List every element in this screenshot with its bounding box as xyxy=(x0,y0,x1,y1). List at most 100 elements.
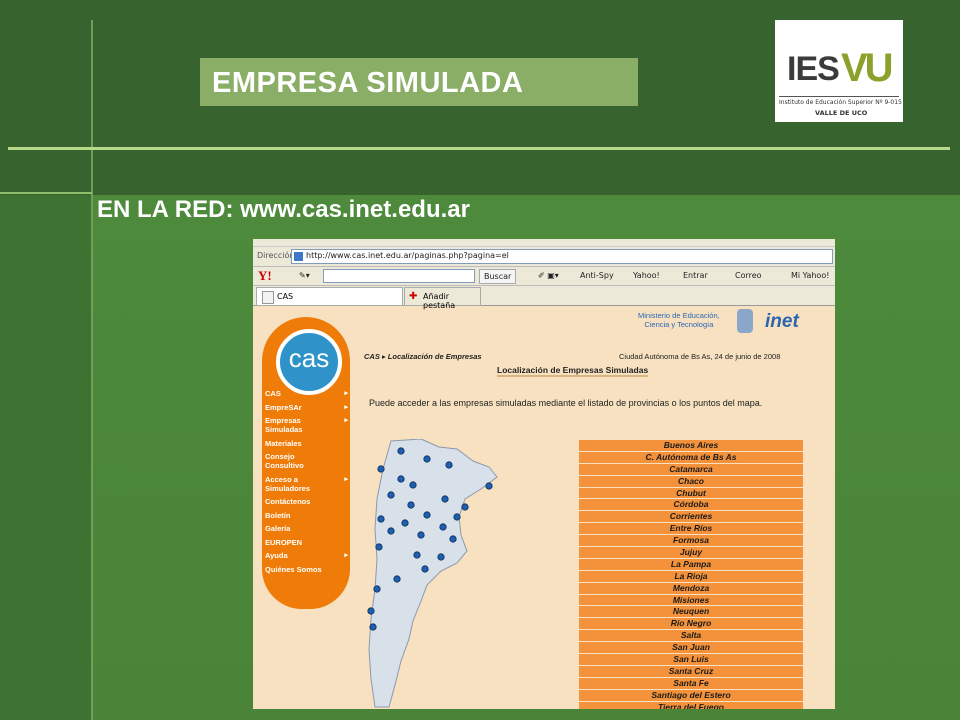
page-date: Ciudad Autónoma de Bs As, 24 de junio de… xyxy=(619,352,781,361)
province-link[interactable]: La Pampa xyxy=(579,558,803,570)
map-location-dot[interactable] xyxy=(393,575,401,583)
map-location-dot[interactable] xyxy=(407,501,415,509)
yahoo-button[interactable]: Yahoo! xyxy=(633,269,660,282)
map-location-dot[interactable] xyxy=(387,527,395,535)
province-link[interactable]: Mendoza xyxy=(579,582,803,594)
province-link[interactable]: C. Autónoma de Bs As xyxy=(579,451,803,463)
map-location-dot[interactable] xyxy=(437,553,445,561)
sidebar-menu-item[interactable]: EUROPEN xyxy=(265,538,350,547)
slide-left-band xyxy=(0,195,92,720)
sidebar-menu-item[interactable]: CAS ▸ xyxy=(265,389,350,398)
map-location-dot[interactable] xyxy=(485,482,493,490)
province-link[interactable]: Jujuy xyxy=(579,547,803,558)
sidebar-menu-item[interactable]: Consejo Consultivo xyxy=(265,452,350,470)
map-location-dot[interactable] xyxy=(413,551,421,559)
map-location-dot[interactable] xyxy=(461,503,469,511)
cas-logo[interactable]: cas xyxy=(276,329,342,395)
sidebar-menu-item[interactable]: Materiales xyxy=(265,439,350,448)
province-link[interactable]: Corrientes xyxy=(579,511,803,523)
province-link[interactable]: Chubut xyxy=(579,487,803,499)
inet-logo[interactable]: inet xyxy=(765,311,799,333)
province-link[interactable]: Chaco xyxy=(579,475,803,487)
map-location-dot[interactable] xyxy=(421,565,429,573)
province-link[interactable]: Tierra del Fuego xyxy=(579,701,803,709)
map-location-dot[interactable] xyxy=(439,523,447,531)
pencil-icon[interactable]: ✎▾ xyxy=(299,269,310,282)
tab-cas[interactable]: CAS xyxy=(256,287,403,306)
sidebar-menu-label: EmpreSAr xyxy=(265,402,302,412)
breadcrumb-home[interactable]: CAS xyxy=(364,352,380,361)
map-location-dot[interactable] xyxy=(449,535,457,543)
map-location-dot[interactable] xyxy=(423,511,431,519)
map-location-dot[interactable] xyxy=(409,481,417,489)
map-location-dot[interactable] xyxy=(445,461,453,469)
sidebar-menu-item[interactable]: Ayuda ▸ xyxy=(265,551,350,560)
tab-label: CAS xyxy=(277,292,294,301)
map-location-dot[interactable] xyxy=(453,513,461,521)
province-link[interactable]: Buenos Aires xyxy=(579,440,803,451)
province-link[interactable]: Catamarca xyxy=(579,463,803,475)
map-location-dot[interactable] xyxy=(367,607,375,615)
cas-sidebar: cas CAS ▸ EmpreSAr ▸ Empresas Simuladas ▸ Mate… xyxy=(262,317,350,609)
sidebar-menu-item[interactable]: Boletín xyxy=(265,511,350,520)
province-link[interactable]: San Luis xyxy=(579,654,803,665)
sidebar-menu-item[interactable]: Empresas Simuladas ▸ xyxy=(265,416,350,434)
yahoo-logo-icon[interactable]: Y! xyxy=(258,268,272,284)
map-location-dot[interactable] xyxy=(373,585,381,593)
province-link[interactable]: Formosa xyxy=(579,535,803,547)
sidebar-menu-label: CAS xyxy=(265,389,281,398)
province-link[interactable]: Santa Fe xyxy=(579,677,803,689)
address-input[interactable]: http://www.cas.inet.edu.ar/paginas.php?p… xyxy=(291,249,833,264)
breadcrumb-current: Localización de Empresas xyxy=(387,352,482,361)
sidebar-menu-item[interactable]: EmpreSAr ▸ xyxy=(265,403,350,412)
province-link[interactable]: Santa Cruz xyxy=(579,665,803,677)
province-link[interactable]: Córdoba xyxy=(579,499,803,511)
map-location-dot[interactable] xyxy=(397,447,405,455)
my-yahoo-button[interactable]: Mi Yahoo! xyxy=(791,269,829,282)
province-link[interactable]: Santiago del Estero xyxy=(579,689,803,701)
browser-menubar-strip xyxy=(253,239,835,247)
logo-institute-line: Instituto de Educación Superior Nº 9-015 xyxy=(779,99,902,106)
sidebar-menu-label: Quiénes Somos xyxy=(265,564,322,574)
map-location-dot[interactable] xyxy=(441,495,449,503)
sidebar-menu-item[interactable]: Acceso a Simuladores ▸ xyxy=(265,475,350,493)
sidebar-menu-item[interactable]: Galería xyxy=(265,524,350,533)
sidebar-menu-label: Empresas Simuladas xyxy=(265,416,303,434)
yahoo-search-input[interactable] xyxy=(323,269,475,283)
sidebar-menu-item[interactable]: Contáctenos xyxy=(265,497,350,506)
entrar-button[interactable]: Entrar xyxy=(683,269,708,282)
logo-valle-line: VALLE DE UCO xyxy=(815,109,868,117)
map-location-dot[interactable] xyxy=(369,623,377,631)
map-location-dot[interactable] xyxy=(375,543,383,551)
sidebar-menu-label: Contáctenos xyxy=(265,497,311,506)
map-location-dot[interactable] xyxy=(417,531,425,539)
map-location-dot[interactable] xyxy=(377,515,385,523)
intro-text: Puede acceder a las empresas simuladas m… xyxy=(369,398,763,408)
submenu-arrow-icon: ▸ xyxy=(344,552,348,559)
short-divider xyxy=(0,192,92,194)
buscar-button[interactable]: Buscar xyxy=(479,269,517,284)
add-tab-button[interactable]: ✚ Añadir pestaña xyxy=(404,287,481,310)
sidebar-menu-item[interactable]: Quiénes Somos xyxy=(265,565,350,574)
antispy-button[interactable]: Anti-Spy xyxy=(580,269,614,282)
province-link[interactable]: Neuquen xyxy=(579,606,803,618)
argentina-map[interactable] xyxy=(361,439,511,709)
province-link[interactable]: Misiones xyxy=(579,594,803,606)
correo-button[interactable]: Correo xyxy=(735,269,762,282)
ministry-line-1: Ministerio de Educación, xyxy=(638,311,720,320)
province-link[interactable]: Salta xyxy=(579,630,803,642)
plus-icon: ✚ xyxy=(409,291,418,302)
province-link[interactable]: San Juan xyxy=(579,642,803,654)
province-link[interactable]: Río Negro xyxy=(579,618,803,630)
logo-ies-text: IES xyxy=(787,50,840,88)
map-location-dot[interactable] xyxy=(387,491,395,499)
province-link[interactable]: Entre Ríos xyxy=(579,523,803,535)
province-link[interactable]: La Rioja xyxy=(579,570,803,582)
map-location-dot[interactable] xyxy=(397,475,405,483)
logo-rule xyxy=(779,96,899,97)
map-location-dot[interactable] xyxy=(377,465,385,473)
map-location-dot[interactable] xyxy=(401,519,409,527)
address-url: http://www.cas.inet.edu.ar/paginas.php?p… xyxy=(306,251,509,260)
map-location-dot[interactable] xyxy=(423,455,431,463)
highlight-icon[interactable]: ✐ ▣▾ xyxy=(538,269,559,282)
